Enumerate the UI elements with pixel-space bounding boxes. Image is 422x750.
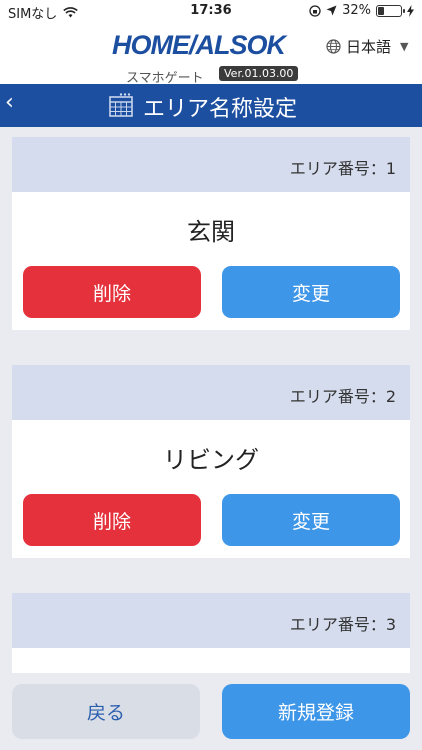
language-label: 日本語 bbox=[346, 38, 392, 56]
change-button[interactable]: 変更 bbox=[222, 494, 400, 546]
area-number: エリア番号：1 bbox=[289, 159, 396, 178]
area-card-actions: 削除 変更 bbox=[12, 260, 410, 330]
language-selector[interactable]: 日本語 ▼ bbox=[326, 36, 408, 57]
area-name: 玄関 bbox=[187, 218, 235, 246]
orientation-lock-icon bbox=[309, 4, 321, 17]
area-name: リビング bbox=[163, 446, 259, 474]
battery-level bbox=[378, 6, 385, 15]
area-card-2: エリア番号：2 リビング 削除 変更 bbox=[12, 365, 410, 558]
version-badge: Ver.01.03.00 bbox=[219, 66, 299, 81]
area-number: エリア番号：3 bbox=[289, 615, 396, 634]
page-title: エリア名称設定 bbox=[143, 97, 298, 122]
change-button[interactable]: 変更 bbox=[222, 266, 400, 318]
back-button[interactable]: 戻る bbox=[12, 684, 200, 739]
footer-bar: 戻る 新規登録 bbox=[0, 673, 422, 750]
area-list[interactable]: エリア番号：1 玄関 削除 変更 エリア番号：2 リビング 削除 変更 エリア番… bbox=[0, 127, 422, 673]
brand-header: HOME/ALSOK スマホゲート Ver.01.03.00 日本語 ▼ bbox=[0, 22, 422, 86]
back-chevron-icon[interactable]: ‹ bbox=[5, 90, 14, 115]
title-bar: ‹ エリア名称設定 bbox=[0, 84, 422, 127]
area-number: エリア番号：2 bbox=[289, 387, 396, 406]
area-card-actions: 削除 変更 bbox=[12, 488, 410, 558]
charging-icon bbox=[407, 4, 414, 17]
area-card-header: エリア番号：3 bbox=[12, 593, 410, 648]
battery-icon bbox=[376, 4, 405, 17]
status-bar: SIMなし 17:36 32% bbox=[0, 0, 422, 22]
calendar-grid-icon bbox=[109, 93, 133, 117]
logo-right: ALSOK bbox=[195, 30, 286, 60]
area-card-3: エリア番号：3 削除 変更 bbox=[12, 593, 410, 673]
location-icon bbox=[326, 5, 337, 16]
battery-percent: 32% bbox=[342, 3, 371, 18]
alsok-logo: HOME/ALSOK bbox=[112, 30, 286, 61]
area-name bbox=[12, 660, 410, 673]
delete-button[interactable]: 削除 bbox=[23, 494, 201, 546]
area-card-1: エリア番号：1 玄関 削除 変更 bbox=[12, 137, 410, 330]
area-card-header: エリア番号：2 bbox=[12, 365, 410, 420]
area-card-header: エリア番号：1 bbox=[12, 137, 410, 192]
status-right: 32% bbox=[309, 3, 414, 18]
globe-icon bbox=[326, 39, 341, 54]
logo-left: HOME bbox=[112, 30, 190, 60]
chevron-down-icon: ▼ bbox=[400, 40, 409, 53]
register-button[interactable]: 新規登録 bbox=[222, 684, 410, 739]
delete-button[interactable]: 削除 bbox=[23, 266, 201, 318]
